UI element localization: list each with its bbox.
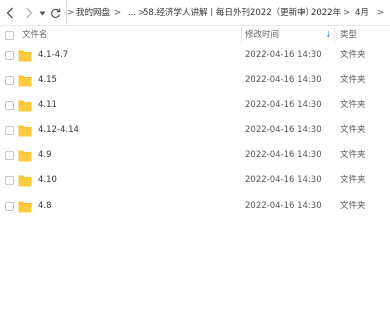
- file-type: 文件夹: [340, 100, 366, 110]
- file-modified: 2022-04-16 14:30: [245, 125, 322, 135]
- file-type: 文件夹: [340, 75, 366, 85]
- breadcrumb-separator: >: [377, 8, 385, 18]
- breadcrumb-item-month[interactable]: 4月: [355, 8, 369, 19]
- row-checkbox[interactable]: [5, 51, 14, 60]
- file-type: 文件夹: [340, 175, 366, 185]
- file-name[interactable]: 4.15: [38, 75, 57, 86]
- file-name[interactable]: 4.1-4.7: [38, 50, 68, 61]
- file-name[interactable]: 4.8: [38, 201, 52, 212]
- file-row[interactable]: 4.8 2022-04-16 14:30 文件夹: [0, 195, 390, 220]
- breadcrumb-separator: >: [114, 8, 122, 18]
- column-header-type[interactable]: 类型: [340, 30, 357, 41]
- file-modified: 2022-04-16 14:30: [245, 50, 322, 60]
- folder-icon: [18, 125, 32, 137]
- history-dropdown-icon[interactable]: [37, 5, 47, 21]
- file-row[interactable]: 4.9 2022-04-16 14:30 文件夹: [0, 144, 390, 169]
- refresh-icon[interactable]: [48, 5, 62, 21]
- breadcrumb-item-year[interactable]: 2022年: [311, 8, 341, 19]
- folder-icon: [18, 50, 32, 62]
- file-row[interactable]: 4.11 2022-04-16 14:30 文件夹: [0, 94, 390, 119]
- breadcrumb-separator: >: [299, 8, 307, 18]
- file-type: 文件夹: [340, 150, 366, 160]
- folder-icon: [18, 75, 32, 87]
- folder-icon: [18, 175, 32, 187]
- breadcrumb-item-root[interactable]: 我的网盘: [76, 8, 110, 19]
- file-name[interactable]: 4.12-4.14: [38, 125, 79, 136]
- file-row[interactable]: 4.12-4.14 2022-04-16 14:30 文件夹: [0, 119, 390, 144]
- file-name[interactable]: 4.9: [38, 150, 52, 161]
- breadcrumb-item-course[interactable]: 58.经济学人讲解丨每日外刊2022（更新中）: [143, 8, 314, 19]
- column-divider[interactable]: [334, 27, 335, 43]
- folder-icon: [18, 201, 32, 213]
- column-header-modified[interactable]: 修改时间: [245, 30, 279, 41]
- file-name[interactable]: 4.11: [38, 100, 57, 111]
- row-checkbox[interactable]: [5, 176, 14, 185]
- row-checkbox[interactable]: [5, 202, 14, 211]
- file-modified: 2022-04-16 14:30: [245, 100, 322, 110]
- file-modified: 2022-04-16 14:30: [245, 75, 322, 85]
- sort-descending-icon[interactable]: ↓: [325, 30, 332, 40]
- toolbar: > 我的网盘 > ... > 58.经济学人讲解丨每日外刊2022（更新中） >…: [0, 0, 390, 26]
- file-row[interactable]: 4.10 2022-04-16 14:30 文件夹: [0, 169, 390, 194]
- row-checkbox[interactable]: [5, 151, 14, 160]
- file-type: 文件夹: [340, 125, 366, 135]
- file-modified: 2022-04-16 14:30: [245, 150, 322, 160]
- breadcrumb-separator: >: [67, 8, 75, 18]
- row-checkbox[interactable]: [5, 126, 14, 135]
- file-row[interactable]: 4.15 2022-04-16 14:30 文件夹: [0, 69, 390, 94]
- breadcrumb-item-ellipsis[interactable]: ...: [128, 8, 136, 19]
- back-icon[interactable]: [3, 5, 17, 21]
- file-modified: 2022-04-16 14:30: [245, 175, 322, 185]
- forward-icon[interactable]: [22, 5, 36, 21]
- file-row[interactable]: 4.1-4.7 2022-04-16 14:30 文件夹: [0, 44, 390, 69]
- column-header-name[interactable]: 文件名: [22, 30, 48, 41]
- column-divider[interactable]: [241, 27, 242, 43]
- file-name[interactable]: 4.10: [38, 175, 57, 186]
- file-type: 文件夹: [340, 50, 366, 60]
- breadcrumb-separator: >: [343, 8, 351, 18]
- file-modified: 2022-04-16 14:30: [245, 201, 322, 211]
- file-type: 文件夹: [340, 201, 366, 211]
- folder-icon: [18, 100, 32, 112]
- row-checkbox[interactable]: [5, 101, 14, 110]
- folder-icon: [18, 150, 32, 162]
- select-all-checkbox[interactable]: [5, 31, 14, 40]
- row-checkbox[interactable]: [5, 76, 14, 85]
- breadcrumb: > 我的网盘 > ... > 58.经济学人讲解丨每日外刊2022（更新中） >…: [66, 0, 390, 26]
